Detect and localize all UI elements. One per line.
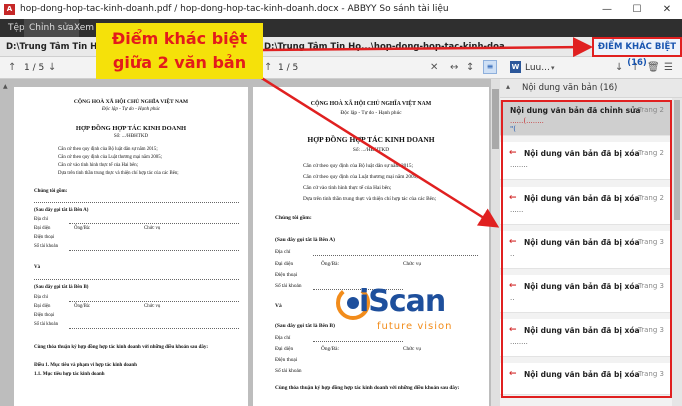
- difference-list-highlight: [501, 100, 672, 398]
- arrow-to-difference-list: [251, 70, 500, 228]
- callout-line-2: giữa 2 văn bản: [112, 53, 247, 72]
- arrow-to-difference-button: [262, 37, 593, 58]
- callout-line-1: Điểm khác biệt: [111, 29, 248, 48]
- callout-box: Điểm khác biệt giữa 2 văn bản: [96, 23, 263, 79]
- difference-count-button[interactable]: ĐIỂM KHÁC BIỆT (16): [592, 37, 682, 68]
